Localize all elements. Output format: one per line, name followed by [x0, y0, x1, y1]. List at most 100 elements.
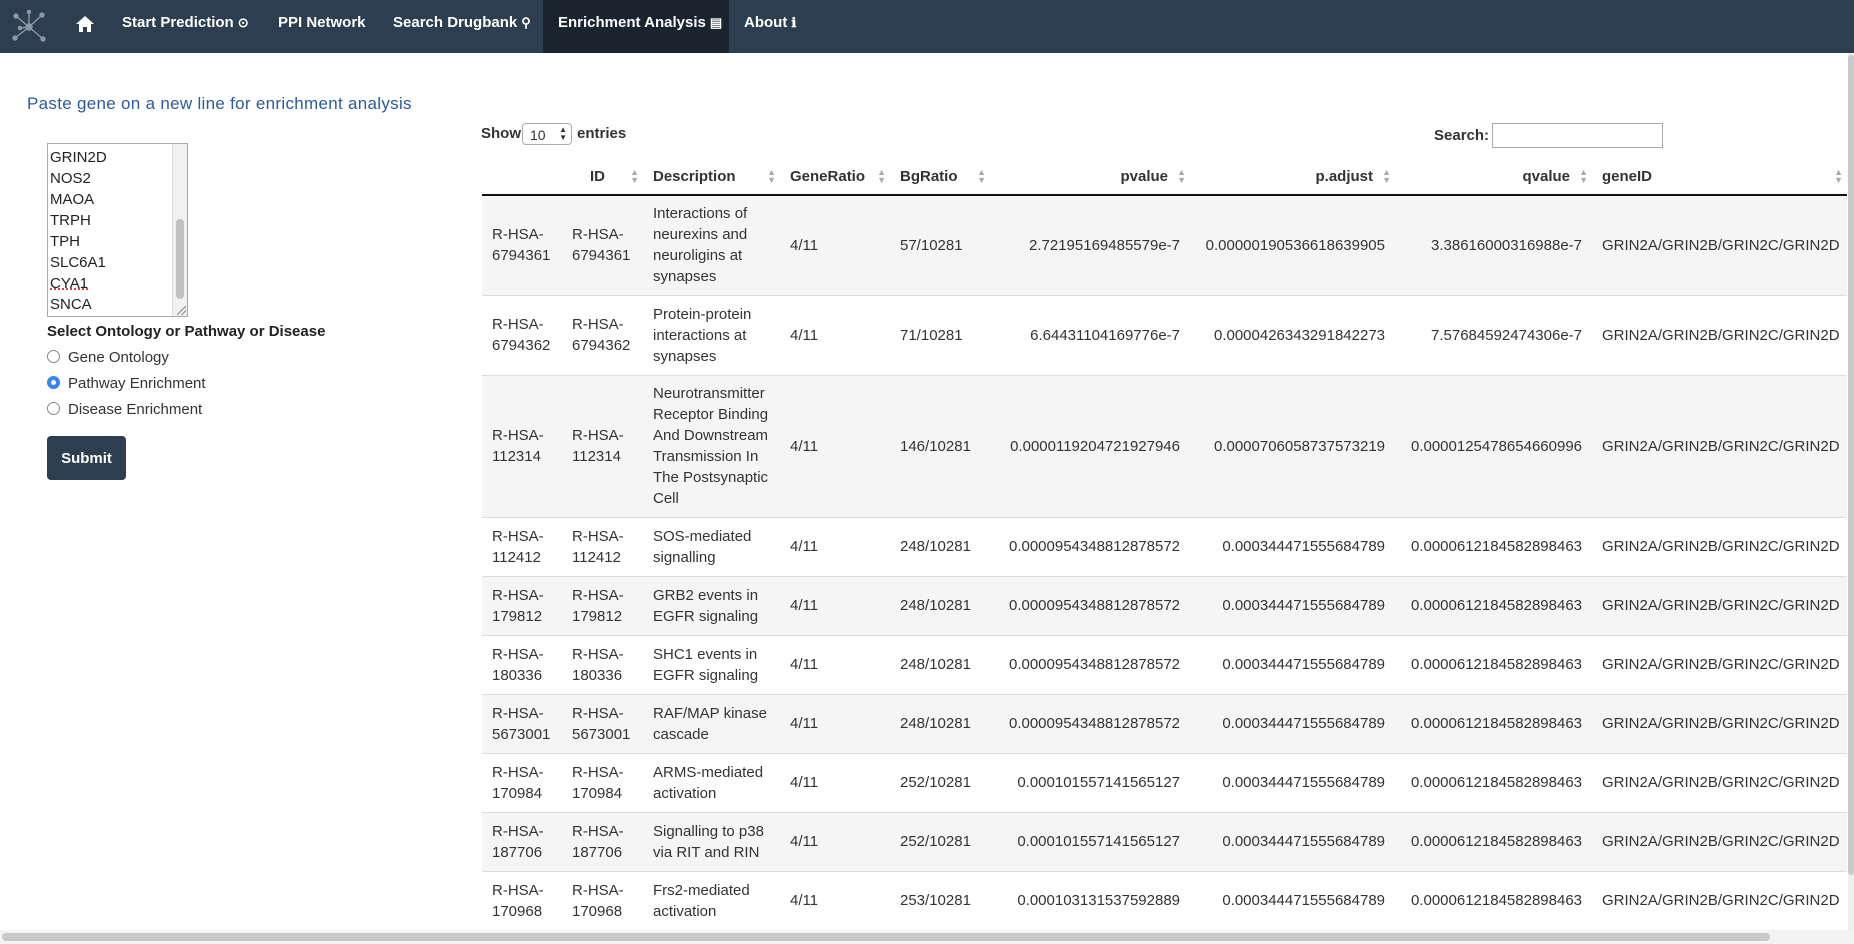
column-header-generatio[interactable]: GeneRatio ▲ ▼	[780, 158, 890, 196]
gene-textarea[interactable]: GRIN2D NOS2 MAOA TRPH TPH SLC6A1 CYA1 SN…	[47, 143, 188, 317]
cell-pvalue: 0.0000954348812878572	[990, 693, 1190, 753]
cell-id: R-HSA-179812	[562, 575, 643, 635]
nav-search-drugbank[interactable]: Search Drugbank ⚲	[393, 0, 533, 53]
textarea-scroll-thumb[interactable]	[176, 219, 184, 299]
cell-id: R-HSA-112412	[562, 516, 643, 576]
gene-list: GRIN2D NOS2 MAOA TRPH TPH SLC6A1 CYA1 SN…	[50, 147, 107, 315]
table-row[interactable]: R-HSA-179812 R-HSA-179812 GRB2 events in…	[482, 575, 1847, 635]
sort-icon: ▲ ▼	[977, 167, 986, 185]
nav-start-prediction[interactable]: Start Prediction ⊙	[122, 0, 262, 53]
cell-qvalue: 0.0000612184582898463	[1395, 693, 1592, 753]
radio-label: Disease Enrichment	[68, 401, 203, 418]
cell-id: R-HSA-170968	[562, 870, 643, 930]
cell-padjust: 0.000344471555684789	[1190, 811, 1395, 871]
nav-about-label: About	[744, 14, 788, 31]
table-row[interactable]: R-HSA-170984 R-HSA-170984 ARMS-mediated …	[482, 752, 1847, 812]
select-arrows-icon: ▲ ▼	[559, 125, 567, 142]
table-search-input[interactable]	[1492, 123, 1663, 148]
gene-line: SLC6A1	[50, 254, 106, 271]
cell-padjust: 0.000344471555684789	[1190, 516, 1395, 576]
cell-padjust: 0.000344471555684789	[1190, 870, 1395, 930]
table-row[interactable]: R-HSA-112412 R-HSA-112412 SOS-mediated s…	[482, 516, 1847, 576]
entries-length-select[interactable]: 10 ▲ ▼	[522, 123, 572, 145]
cell-padjust: 0.00000190536618639905	[1190, 194, 1395, 295]
radio-gene-ontology[interactable]: Gene Ontology	[47, 348, 169, 368]
cell-qvalue: 3.38616000316988e-7	[1395, 194, 1592, 295]
horizontal-scroll-thumb[interactable]	[2, 933, 1770, 941]
home-icon[interactable]	[75, 14, 95, 34]
table-row[interactable]: R-HSA-5673001 R-HSA-5673001 RAF/MAP kina…	[482, 693, 1847, 753]
cell-bgratio: 252/10281	[890, 752, 990, 812]
nav-about[interactable]: About ℹ	[744, 0, 824, 53]
cell-geneid: GRIN2A/GRIN2B/GRIN2C/GRIN2D	[1592, 693, 1847, 753]
info-icon: ℹ	[791, 15, 797, 30]
table-row[interactable]: R-HSA-170968 R-HSA-170968 Frs2-mediated …	[482, 870, 1847, 930]
sort-icon: ▲ ▼	[1382, 167, 1391, 185]
page-vertical-scrollbar[interactable]	[1848, 53, 1854, 933]
cell-bgratio: 71/10281	[890, 294, 990, 375]
cell-qvalue: 0.0000612184582898463	[1395, 752, 1592, 812]
submit-button[interactable]: Submit	[47, 436, 126, 480]
radio-disease-enrichment[interactable]: Disease Enrichment	[47, 400, 202, 420]
table-row[interactable]: R-HSA-112314 R-HSA-112314 Neurotransmitt…	[482, 374, 1847, 517]
cell-padjust: 0.000344471555684789	[1190, 693, 1395, 753]
cell-id: R-HSA-6794362	[562, 294, 643, 375]
cell-qvalue: 0.0000125478654660996	[1395, 374, 1592, 517]
cell-qvalue: 7.57684592474306e-7	[1395, 294, 1592, 375]
gene-line: TPH	[50, 233, 80, 250]
sort-icon: ▲ ▼	[1579, 167, 1588, 185]
cell-description: Frs2-mediated activation	[643, 870, 780, 930]
gene-line: GRIN2D	[50, 149, 107, 166]
radio-button-checked-icon[interactable]	[47, 376, 60, 389]
cell-generatio: 4/11	[780, 634, 890, 694]
cell-description: SOS-mediated signalling	[643, 516, 780, 576]
cell-geneid: GRIN2A/GRIN2B/GRIN2C/GRIN2D	[1592, 752, 1847, 812]
column-header-geneid[interactable]: geneID ▲ ▼	[1592, 158, 1847, 196]
cell-description: ARMS-mediated activation	[643, 752, 780, 812]
page-horizontal-scrollbar[interactable]	[0, 930, 1854, 944]
nav-start-prediction-label: Start Prediction	[122, 14, 234, 31]
column-header-bgratio[interactable]: BgRatio ▲ ▼	[890, 158, 990, 196]
cell-pvalue: 2.72195169485579e-7	[990, 194, 1190, 295]
cell-bgratio: 253/10281	[890, 870, 990, 930]
cell-rowname: R-HSA-180336	[482, 634, 562, 694]
table-row[interactable]: R-HSA-6794362 R-HSA-6794362 Protein-prot…	[482, 294, 1847, 375]
nav-enrichment-analysis-label: Enrichment Analysis	[558, 14, 706, 31]
textarea-scrollbar[interactable]	[172, 144, 187, 316]
nav-enrichment-analysis[interactable]: Enrichment Analysis ▤	[543, 0, 729, 53]
resize-handle-icon[interactable]	[177, 306, 186, 315]
cell-padjust: 0.000344471555684789	[1190, 575, 1395, 635]
radio-button-icon[interactable]	[47, 350, 60, 363]
cell-padjust: 0.000344471555684789	[1190, 634, 1395, 694]
radio-button-icon[interactable]	[47, 402, 60, 415]
select-type-label: Select Ontology or Pathway or Disease	[47, 323, 326, 340]
radio-label: Gene Ontology	[68, 349, 169, 366]
table-row[interactable]: R-HSA-180336 R-HSA-180336 SHC1 events in…	[482, 634, 1847, 694]
cell-generatio: 4/11	[780, 194, 890, 295]
radio-pathway-enrichment[interactable]: Pathway Enrichment	[47, 374, 206, 394]
cell-padjust: 0.0000426343291842273	[1190, 294, 1395, 375]
column-header-description[interactable]: Description ▲ ▼	[643, 158, 780, 196]
column-header-rowname[interactable]	[482, 158, 562, 196]
cell-rowname: R-HSA-6794361	[482, 194, 562, 295]
sort-icon: ▲ ▼	[767, 167, 776, 185]
cell-geneid: GRIN2A/GRIN2B/GRIN2C/GRIN2D	[1592, 870, 1847, 930]
column-header-pvalue[interactable]: pvalue ▲ ▼	[990, 158, 1190, 196]
vertical-scroll-thumb[interactable]	[1848, 55, 1854, 875]
table-row[interactable]: R-HSA-6794361 R-HSA-6794361 Interactions…	[482, 194, 1847, 295]
nav-ppi-network[interactable]: PPI Network	[278, 0, 378, 53]
cell-pvalue: 0.0000954348812878572	[990, 516, 1190, 576]
network-logo-icon[interactable]	[10, 8, 48, 46]
cell-generatio: 4/11	[780, 374, 890, 517]
cell-pvalue: 0.0000954348812878572	[990, 575, 1190, 635]
column-header-id[interactable]: ID ▲ ▼	[562, 158, 643, 196]
cell-geneid: GRIN2A/GRIN2B/GRIN2C/GRIN2D	[1592, 575, 1847, 635]
cell-id: R-HSA-6794361	[562, 194, 643, 295]
cell-description: SHC1 events in EGFR signaling	[643, 634, 780, 694]
column-header-qvalue[interactable]: qvalue ▲ ▼	[1395, 158, 1592, 196]
cell-bgratio: 146/10281	[890, 374, 990, 517]
sort-icon: ▲ ▼	[1177, 167, 1186, 185]
show-label: Show	[481, 125, 521, 142]
column-header-padjust[interactable]: p.adjust ▲ ▼	[1190, 158, 1395, 196]
table-row[interactable]: R-HSA-187706 R-HSA-187706 Signalling to …	[482, 811, 1847, 871]
